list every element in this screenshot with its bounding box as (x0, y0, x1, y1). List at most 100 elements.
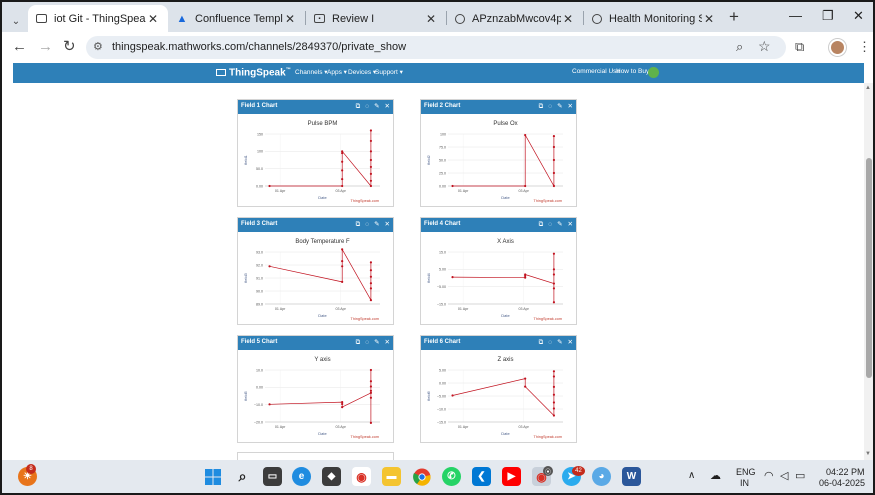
data-point[interactable] (552, 370, 556, 373)
data-point[interactable] (341, 169, 344, 172)
volume-icon[interactable]: ◁ (780, 469, 788, 482)
cloud-icon[interactable]: ☁ (710, 469, 721, 482)
zoom-icon[interactable]: ⌕ (736, 39, 743, 55)
data-point[interactable] (552, 401, 556, 404)
nav-support[interactable]: Support ▾ (375, 68, 403, 76)
task-view-icon[interactable]: ▭ (263, 467, 282, 486)
comment-icon[interactable]: ◌ (365, 102, 369, 111)
data-point[interactable] (369, 391, 373, 394)
data-point[interactable] (341, 280, 344, 283)
edit-pencil-icon[interactable]: ✎ (374, 102, 379, 111)
thingspeak-logo[interactable]: ThingSpeak™ (216, 67, 291, 78)
chrome-icon[interactable] (412, 467, 431, 486)
data-point[interactable] (451, 276, 454, 279)
nav-channels[interactable]: Channels ▾ (295, 68, 328, 76)
open-window-icon[interactable]: ⧉ (356, 220, 361, 229)
edit-pencil-icon[interactable]: ✎ (557, 220, 562, 229)
scroll-down-icon[interactable]: ▼ (865, 451, 871, 457)
address-bar[interactable]: ⚙ thingspeak.mathworks.com/channels/2849… (86, 36, 786, 59)
store-icon[interactable]: ◆ (322, 467, 341, 486)
youtube-icon[interactable]: ▶ (502, 467, 521, 486)
site-info-icon[interactable]: ⚙ (93, 40, 103, 53)
language-code[interactable]: ENG (736, 467, 756, 477)
data-point[interactable] (524, 133, 527, 137)
edit-pencil-icon[interactable]: ✎ (557, 102, 562, 111)
open-window-icon[interactable]: ⧉ (539, 102, 544, 111)
data-point[interactable] (369, 396, 373, 399)
data-point[interactable] (369, 139, 373, 143)
whatsapp-icon[interactable]: ✆ (442, 467, 461, 486)
extensions-icon[interactable]: ⧉ (795, 39, 804, 55)
data-point[interactable] (341, 184, 344, 188)
tab-thingspeak[interactable]: iot Git - ThingSpeak IoT ✕ (28, 5, 168, 32)
close-icon[interactable]: ✕ (568, 338, 573, 347)
data-point[interactable] (369, 165, 373, 169)
data-point[interactable] (341, 160, 344, 163)
open-window-icon[interactable]: ⧉ (356, 102, 361, 111)
back-arrow-icon[interactable]: ← (12, 39, 27, 55)
data-point[interactable] (451, 394, 454, 397)
data-point[interactable] (341, 400, 344, 404)
data-point[interactable] (524, 377, 527, 380)
data-point[interactable] (341, 405, 344, 409)
data-point[interactable] (369, 150, 373, 153)
url-text[interactable]: thingspeak.mathworks.com/channels/284937… (112, 41, 406, 53)
data-point[interactable] (524, 184, 527, 188)
data-point[interactable] (552, 273, 556, 276)
data-point[interactable] (341, 402, 344, 406)
data-point[interactable] (268, 265, 271, 268)
tab-confluence[interactable]: ▲ Confluence Templates | A ✕ (168, 5, 305, 32)
nav-apps[interactable]: Apps ▾ (327, 68, 347, 76)
profile-avatar[interactable] (829, 39, 846, 56)
scrollbar-thumb[interactable] (866, 158, 872, 378)
close-icon[interactable]: ✕ (568, 102, 573, 111)
reload-icon[interactable]: ↻ (63, 39, 76, 55)
tab-health-monitoring[interactable]: Health Monitoring Syste ✕ (584, 5, 724, 32)
data-point[interactable] (552, 252, 556, 255)
close-tab-icon[interactable]: ✕ (283, 12, 297, 26)
data-point[interactable] (552, 268, 556, 271)
close-window-icon[interactable]: ✕ (853, 8, 864, 24)
vscode-icon[interactable]: ❮ (472, 467, 491, 486)
edit-pencil-icon[interactable]: ✎ (374, 338, 379, 347)
minimize-icon[interactable]: — (789, 8, 802, 24)
data-point[interactable] (369, 261, 373, 264)
chrome-app-icon[interactable]: ◉ (352, 467, 371, 486)
data-point[interactable] (524, 385, 527, 388)
data-point[interactable] (369, 172, 373, 175)
comment-icon[interactable]: ◌ (365, 338, 369, 347)
weather-app-icon[interactable]: ◕ (592, 467, 611, 486)
data-point[interactable] (369, 380, 373, 383)
open-window-icon[interactable]: ⧉ (356, 338, 361, 347)
data-point[interactable] (552, 171, 556, 175)
data-point[interactable] (341, 265, 344, 268)
data-point[interactable] (369, 129, 373, 132)
close-tab-icon[interactable]: ✕ (146, 12, 160, 26)
battery-icon[interactable]: ▭ (795, 469, 805, 482)
open-window-icon[interactable]: ⧉ (539, 220, 544, 229)
forward-arrow-icon[interactable]: → (38, 39, 53, 55)
restore-icon[interactable]: ❐ (822, 8, 834, 24)
data-point[interactable] (268, 403, 271, 406)
thingspeak-credit[interactable]: ThingSpeak.com (351, 317, 380, 321)
nav-devices[interactable]: Devices ▾ (348, 68, 376, 76)
data-point[interactable] (552, 407, 556, 410)
edit-pencil-icon[interactable]: ✎ (374, 220, 379, 229)
data-point[interactable] (524, 273, 527, 276)
thingspeak-credit[interactable]: ThingSpeak.com (534, 435, 563, 439)
thingspeak-credit[interactable]: ThingSpeak.com (534, 317, 563, 321)
comment-icon[interactable]: ◌ (548, 220, 552, 229)
windows-start-icon[interactable] (203, 467, 222, 486)
data-point[interactable] (369, 184, 373, 188)
wifi-icon[interactable]: ◠ (764, 469, 774, 482)
clock-date[interactable]: 06-04-2025 (819, 478, 865, 488)
thingspeak-credit[interactable]: ThingSpeak.com (351, 435, 380, 439)
data-point[interactable] (341, 177, 344, 181)
data-point[interactable] (552, 385, 556, 388)
data-point[interactable] (369, 275, 373, 278)
file-explorer-icon[interactable]: ▬ (382, 467, 401, 486)
menu-kebab-icon[interactable]: ⋮ (858, 39, 871, 55)
bookmark-star-icon[interactable]: ☆ (758, 38, 771, 55)
close-icon[interactable]: ✕ (568, 220, 573, 229)
close-tab-icon[interactable]: ✕ (702, 12, 716, 26)
